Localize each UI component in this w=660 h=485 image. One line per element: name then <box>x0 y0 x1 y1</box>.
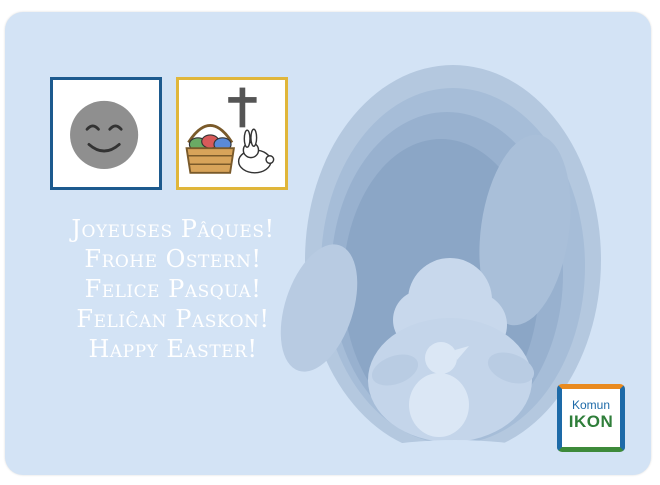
easter-symbol <box>185 87 275 174</box>
bunny-icon <box>237 128 275 174</box>
happy-symbol-tile <box>50 77 162 190</box>
komunikon-logo: Komun IKON <box>557 384 625 452</box>
smiley-icon <box>70 100 139 169</box>
easter-card: Joyeuses Pâques! Frohe Ostern! Felice Pa… <box>5 12 651 475</box>
easter-symbol-tile <box>176 77 288 190</box>
cross-icon <box>228 87 257 128</box>
easter-basket-icon <box>185 124 235 174</box>
